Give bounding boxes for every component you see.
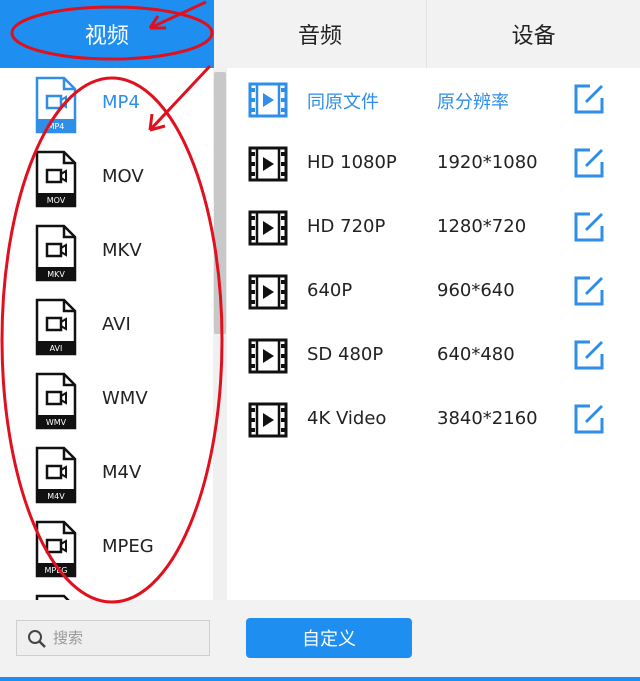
- preset-resolution: 960*640: [437, 280, 515, 301]
- format-label: MPEG: [102, 536, 154, 557]
- format-item-mkv[interactable]: MKV MKV: [0, 216, 212, 290]
- preset-resolution: 1280*720: [437, 216, 527, 237]
- format-badge-text: MPEG: [45, 566, 68, 575]
- preset-resolution: 640*480: [437, 344, 515, 365]
- video-file-icon: MOV: [35, 150, 77, 208]
- video-file-icon: WMV: [35, 372, 77, 430]
- custom-button[interactable]: 自定义: [246, 618, 412, 658]
- film-icon: [248, 338, 288, 374]
- video-file-icon: MKV: [35, 224, 77, 282]
- tab-audio[interactable]: 音频: [214, 0, 428, 68]
- format-label: MKV: [102, 240, 142, 261]
- video-file-icon: AVI: [35, 298, 77, 356]
- format-item-m4v[interactable]: M4V M4V: [0, 438, 212, 512]
- edit-icon[interactable]: [572, 210, 606, 244]
- film-icon: [248, 402, 288, 438]
- format-item-mov[interactable]: MOV MOV: [0, 142, 212, 216]
- preset-name: HD 1080P: [307, 152, 397, 173]
- format-label: M4V: [102, 462, 142, 483]
- film-icon: [248, 146, 288, 182]
- preset-name: SD 480P: [307, 344, 384, 365]
- preset-row[interactable]: 4K Video 3840*2160: [228, 388, 640, 452]
- format-item-avi[interactable]: AVI AVI: [0, 290, 212, 364]
- preset-name: 640P: [307, 280, 353, 301]
- format-badge-text: WMV: [46, 418, 67, 427]
- bottom-accent-line: [0, 677, 640, 681]
- preset-row[interactable]: HD 1080P 1920*1080: [228, 132, 640, 196]
- edit-icon[interactable]: [572, 82, 606, 116]
- format-item-mp4[interactable]: MP4 MP4: [0, 68, 212, 142]
- preset-list: 同原文件 原分辨率 HD 1080P 1920*1080 HD 720P 128…: [228, 68, 640, 600]
- format-item-partial[interactable]: [0, 586, 212, 600]
- preset-resolution: 3840*2160: [437, 408, 538, 429]
- format-label: MP4: [102, 92, 140, 113]
- preset-resolution: 1920*1080: [437, 152, 538, 173]
- tab-device[interactable]: 设备: [427, 0, 640, 68]
- format-scrollbar-thumb[interactable]: [214, 72, 226, 334]
- search-box[interactable]: [16, 620, 210, 656]
- format-item-wmv[interactable]: WMV WMV: [0, 364, 212, 438]
- preset-row[interactable]: SD 480P 640*480: [228, 324, 640, 388]
- format-label: AVI: [102, 314, 131, 335]
- tab-video[interactable]: 视频: [0, 0, 214, 68]
- format-badge-text: MP4: [48, 122, 65, 131]
- format-label: WMV: [102, 388, 148, 409]
- preset-resolution: 原分辨率: [437, 92, 509, 113]
- format-badge-text: M4V: [47, 492, 65, 501]
- video-file-icon: MP4: [35, 76, 77, 134]
- preset-row[interactable]: HD 720P 1280*720: [228, 196, 640, 260]
- preset-row[interactable]: 同原文件 原分辨率: [228, 68, 640, 132]
- format-item-mpeg[interactable]: MPEG MPEG: [0, 512, 212, 586]
- edit-icon[interactable]: [572, 274, 606, 308]
- edit-icon[interactable]: [572, 338, 606, 372]
- format-list: MP4 MP4 MOV MOV MKV MKV AVI AVI WMV WMV …: [0, 68, 212, 600]
- preset-name: HD 720P: [307, 216, 386, 237]
- bottom-bar: 自定义: [0, 600, 640, 681]
- format-label: MOV: [102, 166, 144, 187]
- preset-name: 4K Video: [307, 408, 387, 429]
- format-badge-text: MOV: [47, 196, 66, 205]
- preset-name: 同原文件: [307, 92, 379, 113]
- film-icon: [248, 210, 288, 246]
- film-icon: [248, 274, 288, 310]
- edit-icon[interactable]: [572, 402, 606, 436]
- video-file-icon: M4V: [35, 446, 77, 504]
- search-icon: [28, 630, 46, 648]
- film-icon: [248, 82, 288, 118]
- format-badge-text: AVI: [50, 344, 63, 353]
- search-input[interactable]: [53, 625, 203, 651]
- format-tabs: 视频 音频 设备: [0, 0, 640, 68]
- video-file-icon: MPEG: [35, 520, 77, 578]
- edit-icon[interactable]: [572, 146, 606, 180]
- format-badge-text: MKV: [47, 270, 65, 279]
- preset-row[interactable]: 640P 960*640: [228, 260, 640, 324]
